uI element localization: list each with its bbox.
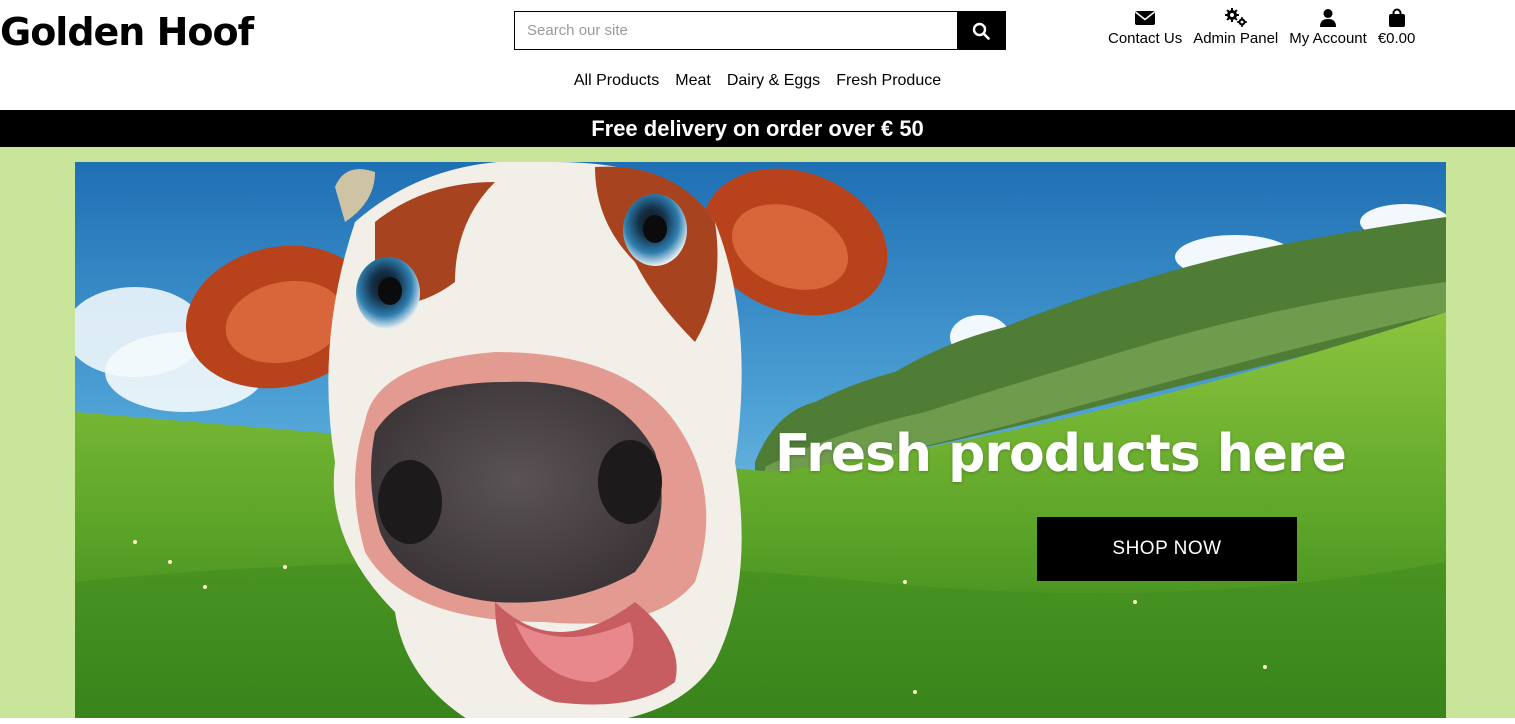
account-nav: Contact Us Admin Panel My Account €0.00 bbox=[1108, 6, 1415, 48]
search-button[interactable] bbox=[957, 12, 1005, 49]
site-logo[interactable]: Golden Hoof bbox=[0, 10, 254, 54]
user-icon bbox=[1319, 6, 1337, 30]
shop-now-button[interactable]: SHOP NOW bbox=[1037, 517, 1297, 581]
hero-section: Fresh products here SHOP NOW bbox=[75, 162, 1446, 724]
my-account-link[interactable]: My Account bbox=[1289, 6, 1367, 48]
free-delivery-text: Free delivery on order over € 50 bbox=[591, 115, 924, 141]
envelope-icon bbox=[1134, 6, 1156, 30]
nav-meat[interactable]: Meat bbox=[675, 72, 711, 90]
hero-title: Fresh products here bbox=[775, 424, 1347, 484]
contact-us-label: Contact Us bbox=[1108, 30, 1183, 47]
cart-total-label: €0.00 bbox=[1377, 30, 1416, 47]
free-delivery-banner: Free delivery on order over € 50 bbox=[0, 110, 1515, 147]
search-form bbox=[514, 11, 1006, 50]
shopping-bag-icon bbox=[1388, 6, 1406, 30]
main-nav: All Products Meat Dairy & Eggs Fresh Pro… bbox=[0, 72, 1515, 90]
search-icon bbox=[972, 22, 990, 40]
my-account-label: My Account bbox=[1289, 30, 1367, 47]
nav-dairy-eggs[interactable]: Dairy & Eggs bbox=[727, 72, 820, 90]
page-bottom-edge bbox=[0, 718, 1515, 724]
nav-all-products[interactable]: All Products bbox=[574, 72, 659, 90]
admin-panel-link[interactable]: Admin Panel bbox=[1193, 6, 1278, 48]
gears-icon bbox=[1223, 6, 1249, 30]
contact-us-link[interactable]: Contact Us bbox=[1108, 6, 1182, 48]
admin-panel-label: Admin Panel bbox=[1193, 30, 1279, 47]
site-header: Golden Hoof Contact Us bbox=[0, 0, 1515, 110]
cart-link[interactable]: €0.00 bbox=[1377, 6, 1416, 48]
nav-fresh-produce[interactable]: Fresh Produce bbox=[836, 72, 941, 90]
search-input[interactable] bbox=[515, 12, 957, 49]
